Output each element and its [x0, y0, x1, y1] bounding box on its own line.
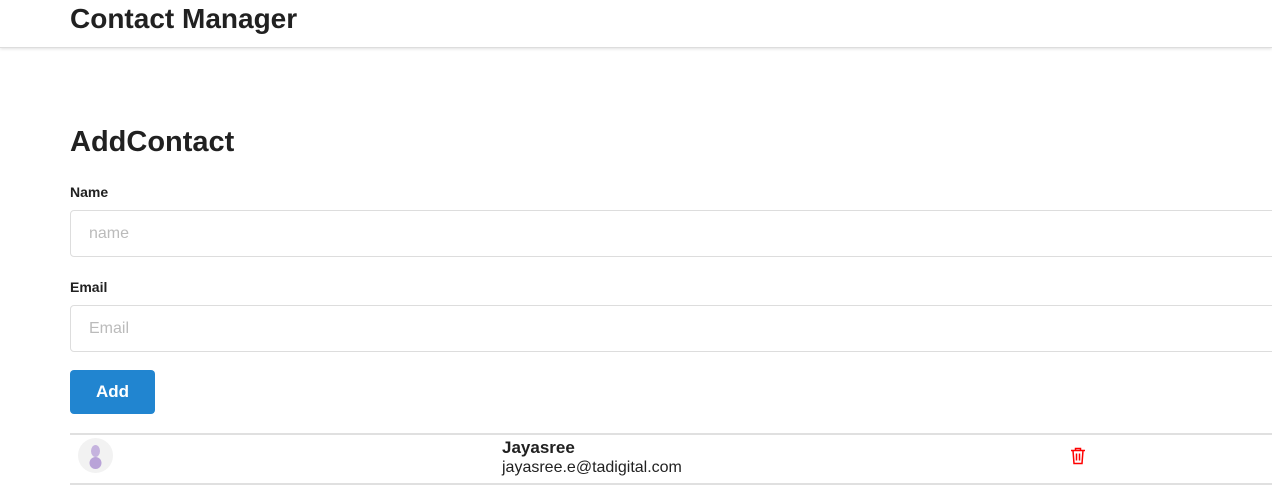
name-input[interactable]: [70, 210, 1272, 257]
app-header: Contact Manager: [0, 0, 1272, 48]
app-title: Contact Manager: [70, 3, 298, 34]
contact-name: Jayasree: [502, 438, 575, 457]
form-title: AddContact: [70, 126, 235, 158]
contact-email: jayasree.e@tadigital.com: [502, 459, 682, 476]
add-button[interactable]: Add: [70, 370, 155, 414]
trash-icon[interactable]: [1070, 447, 1086, 470]
contact-list-item: Jayasree jayasree.e@tadigital.com: [70, 433, 1272, 485]
name-label: Name: [70, 184, 109, 200]
email-label: Email: [70, 279, 108, 295]
email-input[interactable]: [70, 305, 1272, 352]
user-icon: [78, 438, 113, 473]
